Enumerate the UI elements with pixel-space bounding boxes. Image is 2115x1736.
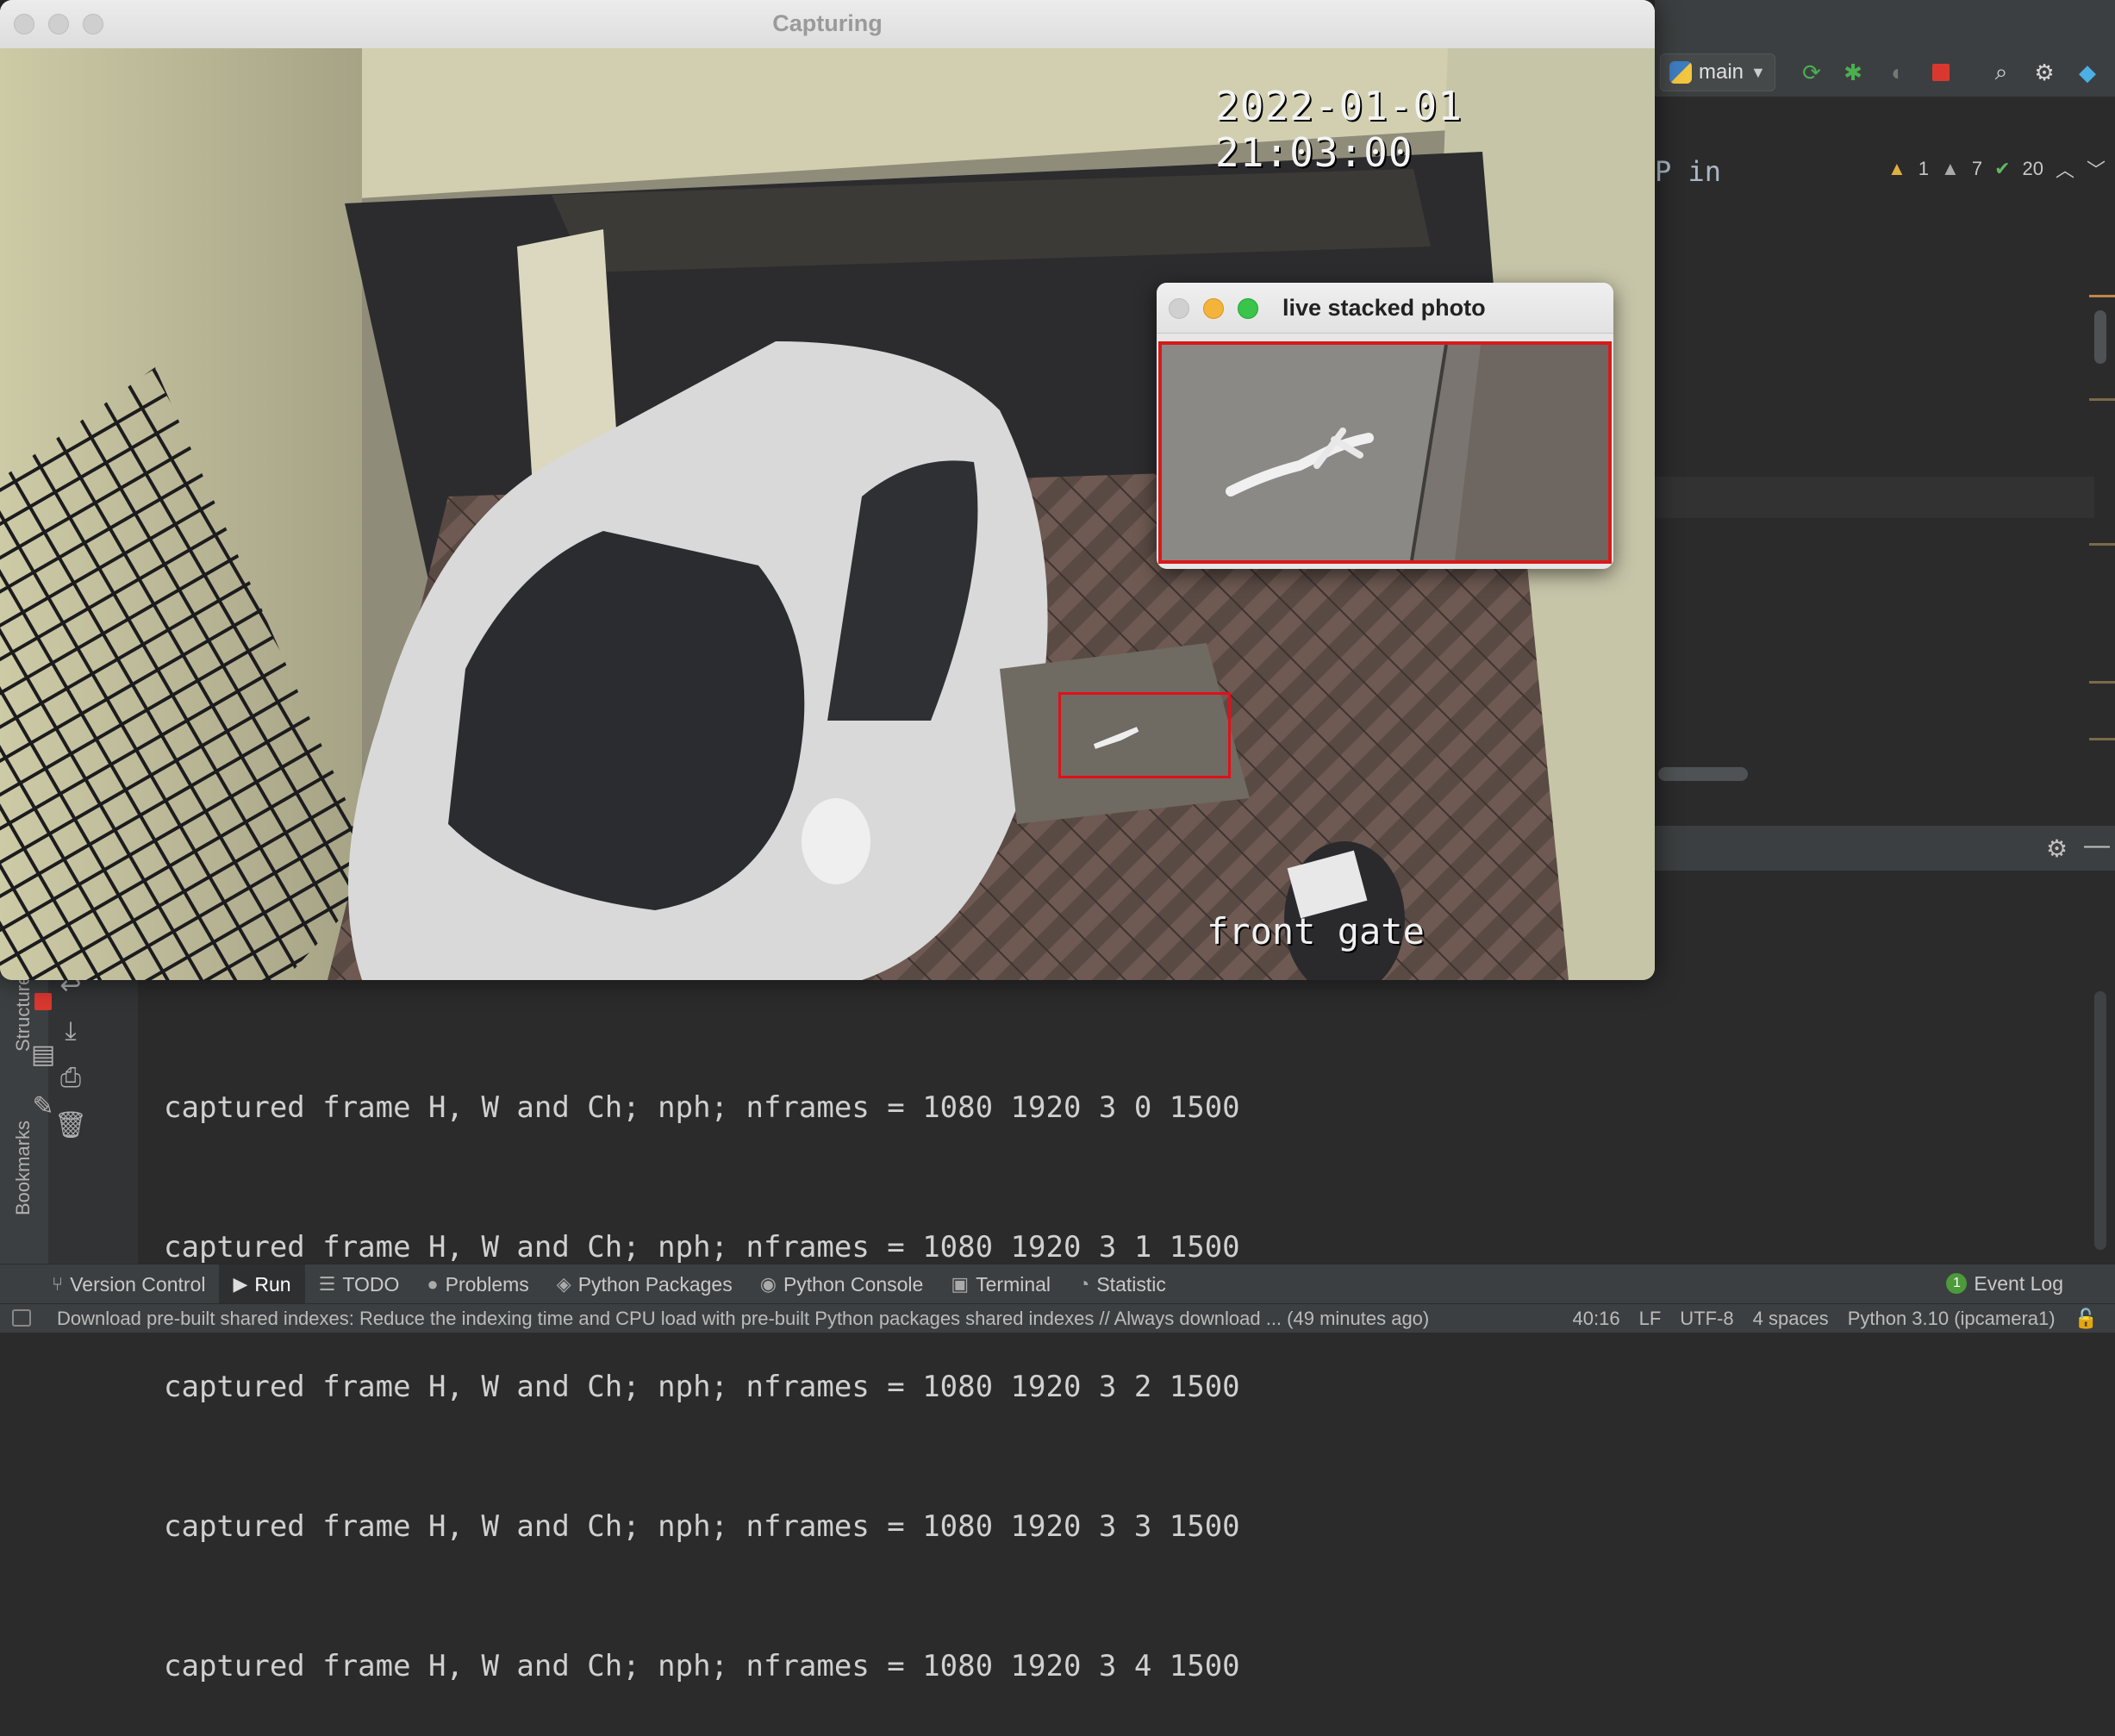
tab-terminal[interactable]: ▣ Terminal <box>937 1265 1064 1304</box>
terminal-icon: ▣ <box>951 1273 970 1295</box>
tab-label: Python Console <box>783 1272 924 1296</box>
lock-icon[interactable]: 🔓 <box>2074 1308 2098 1330</box>
bookmarks-tab[interactable]: Bookmarks <box>12 1121 34 1215</box>
error-stripe-mark <box>2089 738 2115 740</box>
editor-code-fragment: P in <box>1655 155 1722 188</box>
live-stacked-window: live stacked photo <box>1157 283 1613 569</box>
event-count-badge: 1 <box>1946 1273 1968 1294</box>
warning-icon: ▲ <box>1887 158 1906 179</box>
statistic-icon: ◔ <box>1078 1273 1090 1295</box>
error-stripe-mark <box>2089 543 2115 546</box>
tab-problems[interactable]: ● Problems <box>413 1265 542 1304</box>
capturing-title-bar[interactable]: Capturing <box>0 0 1655 49</box>
camera-name-label: front gate <box>1207 910 1425 952</box>
warning-count-b: 7 <box>1971 158 1983 179</box>
zoom-button[interactable] <box>1238 298 1258 319</box>
list-icon: ☰ <box>318 1273 336 1295</box>
tab-label: Statistic <box>1096 1272 1166 1296</box>
minimize-icon[interactable]: — <box>2084 831 2110 860</box>
info-icon: ● <box>427 1273 439 1295</box>
caret-position[interactable]: 40:16 <box>1573 1308 1620 1330</box>
ide-title-bar <box>1655 0 2115 49</box>
chevron-down-icon[interactable]: ﹀ <box>2087 155 2106 183</box>
tab-label: Run <box>254 1272 291 1296</box>
editor-scrollbar[interactable] <box>2094 310 2106 364</box>
stop-icon[interactable] <box>1927 59 1955 86</box>
rerun-icon[interactable]: ⟳ <box>1798 59 1825 86</box>
debug-icon[interactable]: ✱ <box>1839 59 1867 86</box>
console-line: captured frame H, W and Ch; nph; nframes… <box>164 1090 1240 1125</box>
search-icon[interactable]: ⌕ <box>1987 59 2015 86</box>
coverage-icon[interactable]: ◐ <box>1884 59 1912 86</box>
error-stripe-mark <box>2089 681 2115 684</box>
scroll-to-end-icon[interactable]: ⤓ <box>53 1017 88 1046</box>
tab-statistic[interactable]: ◔ Statistic <box>1064 1265 1180 1304</box>
close-button[interactable] <box>1169 298 1189 319</box>
event-log-label: Event Log <box>1974 1271 2063 1295</box>
detection-box <box>1058 692 1231 778</box>
chevron-down-icon: ▼ <box>1750 63 1766 81</box>
gear-icon[interactable]: ⚙ <box>2031 59 2058 86</box>
print-icon[interactable]: ⎙ <box>53 1064 88 1093</box>
stacked-photo <box>1158 341 1612 564</box>
bottom-tool-tabs: ⑂ Version Control ▶ Run ☰ TODO ● Problems ◈ P… <box>0 1264 2115 1304</box>
event-log-button[interactable]: 1 Event Log <box>1946 1264 2063 1303</box>
window-title: live stacked photo <box>1282 295 1486 321</box>
error-stripe-mark <box>2089 398 2115 401</box>
run-toolbar: ▤ ✎ ↩ ⤓ ⎙ 🗑 <box>31 971 139 1264</box>
toggle-tool-windows-icon[interactable] <box>12 1309 31 1327</box>
layers-icon: ◈ <box>556 1273 571 1295</box>
plugin-icon[interactable]: ◆ <box>2074 59 2101 86</box>
camera-timestamp: 2022-01-01 21:03:00 <box>1215 83 1463 176</box>
tab-todo[interactable]: ☰ TODO <box>305 1265 414 1304</box>
error-stripe-mark <box>2089 295 2115 297</box>
ok-count: 20 <box>2022 158 2043 179</box>
tab-label: Version Control <box>70 1272 206 1296</box>
python-icon: ◉ <box>759 1273 777 1295</box>
minimize-button[interactable] <box>1203 298 1224 319</box>
check-icon: ✔ <box>1994 158 2011 179</box>
trash-icon[interactable]: 🗑 <box>53 1110 88 1140</box>
gear-icon[interactable]: ⚙ <box>2046 834 2068 863</box>
caret-line-highlight <box>1655 477 2094 518</box>
python-icon <box>1669 61 1692 84</box>
window-title: Capturing <box>772 10 883 36</box>
branch-icon: ⑂ <box>52 1273 64 1295</box>
status-message[interactable]: Download pre-built shared indexes: Reduc… <box>57 1308 1429 1330</box>
tab-label: Python Packages <box>577 1272 733 1296</box>
interpreter-selector[interactable]: Python 3.10 (ipcamera1) <box>1848 1308 2056 1330</box>
code-editor[interactable] <box>1655 97 2115 790</box>
editor-horizontal-scrollbar[interactable] <box>1658 767 1748 781</box>
line-separator[interactable]: LF <box>1639 1308 1662 1330</box>
stacked-image <box>1162 345 1608 560</box>
status-bar: Download pre-built shared indexes: Reduc… <box>0 1303 2115 1333</box>
run-panel-header: ⚙ — <box>1655 826 2115 871</box>
console-scrollbar[interactable] <box>2094 991 2106 1250</box>
tab-python-packages[interactable]: ◈ Python Packages <box>543 1265 746 1304</box>
tab-label: Terminal <box>976 1272 1051 1296</box>
console-line: captured frame H, W and Ch; nph; nframes… <box>164 1509 1240 1544</box>
tab-version-control[interactable]: ⑂ Version Control <box>38 1265 219 1304</box>
tab-label: Problems <box>445 1272 529 1296</box>
chevron-up-icon[interactable]: ︿ <box>2056 155 2074 183</box>
branch-selector[interactable]: main ▼ <box>1660 53 1775 91</box>
console-line: captured frame H, W and Ch; nph; nframes… <box>164 1649 1240 1683</box>
inspection-widget[interactable]: ▲ 1 ▲ 7 ✔ 20 ︿ ﹀ <box>1887 155 2106 183</box>
warning-count-a: 1 <box>1918 158 1930 179</box>
tab-run[interactable]: ▶ Run <box>219 1265 305 1304</box>
live-title-bar[interactable]: live stacked photo <box>1157 283 1613 334</box>
tab-label: TODO <box>342 1272 400 1296</box>
play-icon: ▶ <box>233 1273 248 1295</box>
console-output: captured frame H, W and Ch; nph; nframes… <box>164 991 1240 1736</box>
branch-name: main <box>1699 60 1744 84</box>
file-encoding[interactable]: UTF-8 <box>1680 1308 1733 1330</box>
indent-setting[interactable]: 4 spaces <box>1753 1308 1829 1330</box>
tab-python-console[interactable]: ◉ Python Console <box>746 1265 938 1304</box>
weak-warning-icon: ▲ <box>1941 158 1960 179</box>
console-line: captured frame H, W and Ch; nph; nframes… <box>164 1370 1240 1404</box>
